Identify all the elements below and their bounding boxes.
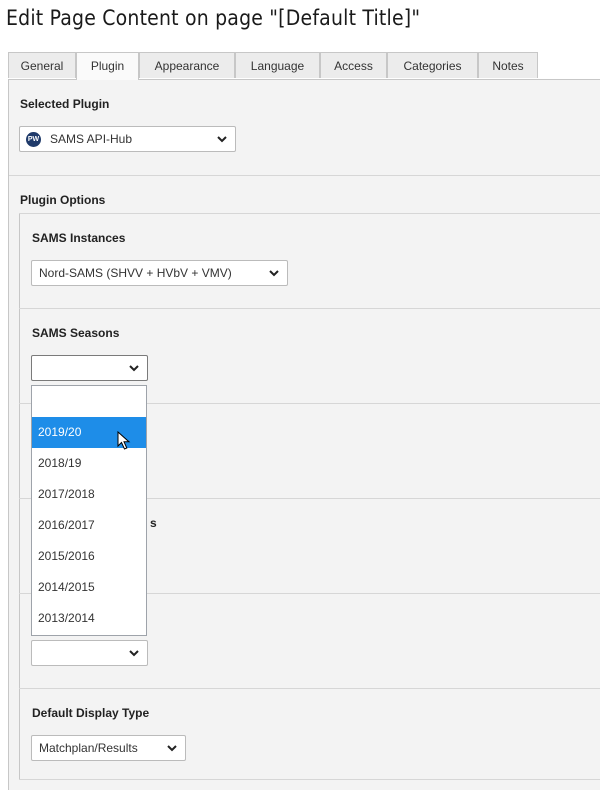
pw-logo-icon: PW (26, 132, 41, 147)
tab-general[interactable]: General (8, 52, 76, 78)
separator (9, 175, 600, 176)
selected-plugin-heading: Selected Plugin (20, 97, 110, 111)
season-option-2013-2014[interactable]: 2013/2014 (32, 603, 146, 634)
tab-access[interactable]: Access (320, 52, 387, 78)
season-option-2016-2017[interactable]: 2016/2017 (32, 510, 146, 541)
mouse-pointer-icon (117, 431, 131, 450)
tab-categories[interactable]: Categories (387, 52, 478, 78)
sams-seasons-select[interactable] (31, 355, 148, 381)
sams-seasons-heading: SAMS Seasons (32, 326, 120, 340)
tab-appearance[interactable]: Appearance (139, 52, 235, 78)
sams-instances-heading: SAMS Instances (32, 231, 126, 245)
partially-hidden-heading: s (150, 516, 157, 530)
chevron-down-icon (129, 650, 139, 657)
season-option-empty[interactable] (32, 386, 146, 417)
display-type-select[interactable]: Matchplan/Results (31, 735, 186, 761)
plugin-select[interactable]: PW SAMS API-Hub (19, 126, 236, 152)
sams-seasons-dropdown-list: 2019/20 2018/19 2017/2018 2016/2017 2015… (31, 385, 147, 636)
season-option-2014-2015[interactable]: 2014/2015 (32, 572, 146, 603)
tab-language[interactable]: Language (235, 52, 320, 78)
separator (19, 213, 600, 214)
plugin-options-heading: Plugin Options (20, 193, 106, 207)
separator (19, 308, 600, 309)
separator (19, 779, 600, 780)
options-border-left (19, 213, 20, 779)
season-option-2015-2016[interactable]: 2015/2016 (32, 541, 146, 572)
default-display-type-heading: Default Display Type (32, 706, 150, 720)
season-option-2018-19[interactable]: 2018/19 (32, 448, 146, 479)
chevron-down-icon (269, 270, 279, 277)
page-title: Edit Page Content on page "[Default Titl… (6, 6, 421, 30)
chevron-down-icon (129, 365, 139, 372)
tab-plugin[interactable]: Plugin (76, 52, 139, 80)
sams-instances-value: Nord-SAMS (SHVV + HVbV + VMV) (39, 266, 232, 280)
display-type-value: Matchplan/Results (39, 741, 138, 755)
chevron-down-icon (217, 136, 227, 143)
tab-bar: General Plugin Appearance Language Acces… (8, 52, 600, 80)
chevron-down-icon (167, 745, 177, 752)
separator (19, 688, 600, 689)
lower-select[interactable] (31, 640, 148, 666)
tab-notes[interactable]: Notes (478, 52, 538, 78)
sams-instances-select[interactable]: Nord-SAMS (SHVV + HVbV + VMV) (31, 260, 288, 286)
season-option-2017-2018[interactable]: 2017/2018 (32, 479, 146, 510)
plugin-select-value: SAMS API-Hub (50, 132, 133, 146)
